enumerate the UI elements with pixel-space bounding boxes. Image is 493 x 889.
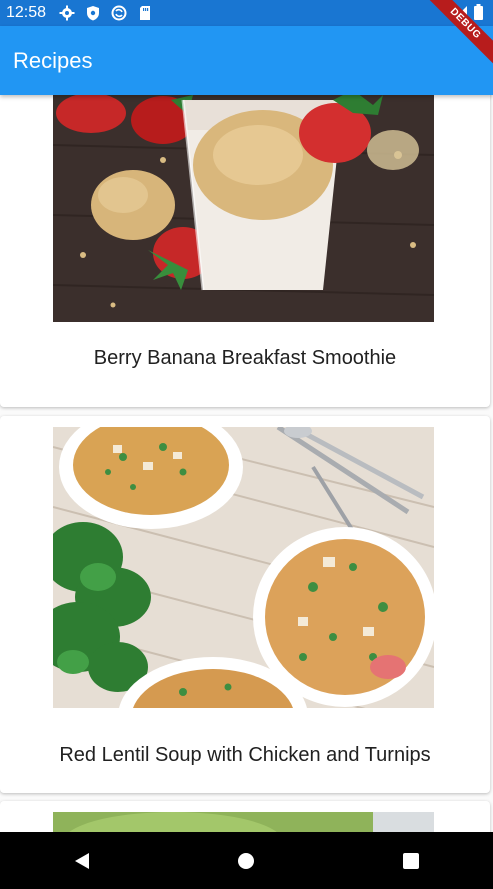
recipe-card[interactable] [0, 801, 490, 832]
status-bar: 12:58 [0, 0, 493, 26]
status-time: 12:58 [6, 4, 47, 21]
recipe-card[interactable]: Red Lentil Soup with Chicken and Turnips [0, 416, 490, 793]
recipe-list[interactable]: Berry Banana Breakfast Smoothie Red Lent… [0, 95, 493, 832]
sd-card-icon [136, 4, 154, 22]
lentil-soup-photo [53, 427, 434, 708]
back-icon[interactable] [62, 841, 102, 881]
battery-icon [474, 4, 483, 25]
home-icon[interactable] [226, 841, 266, 881]
green-dish-photo [53, 812, 434, 832]
smoothie-photo [53, 95, 434, 322]
app-screen: 12:58 DEBUG Recipes Berry Banana Breakfa… [0, 0, 493, 889]
page-title: Recipes [13, 47, 93, 73]
recipe-card[interactable]: Berry Banana Breakfast Smoothie [0, 95, 490, 407]
system-nav-bar [0, 832, 493, 889]
status-icons-right [454, 4, 483, 25]
app-bar: Recipes [0, 26, 493, 95]
recents-icon[interactable] [391, 841, 431, 881]
wifi-icon [454, 5, 468, 24]
gear-icon [58, 4, 76, 22]
shield-icon [84, 4, 102, 22]
status-icons-left [58, 4, 154, 22]
recipe-title: Red Lentil Soup with Chicken and Turnips [59, 744, 431, 766]
recipe-title: Berry Banana Breakfast Smoothie [93, 347, 397, 369]
no-sync-icon [110, 4, 128, 22]
